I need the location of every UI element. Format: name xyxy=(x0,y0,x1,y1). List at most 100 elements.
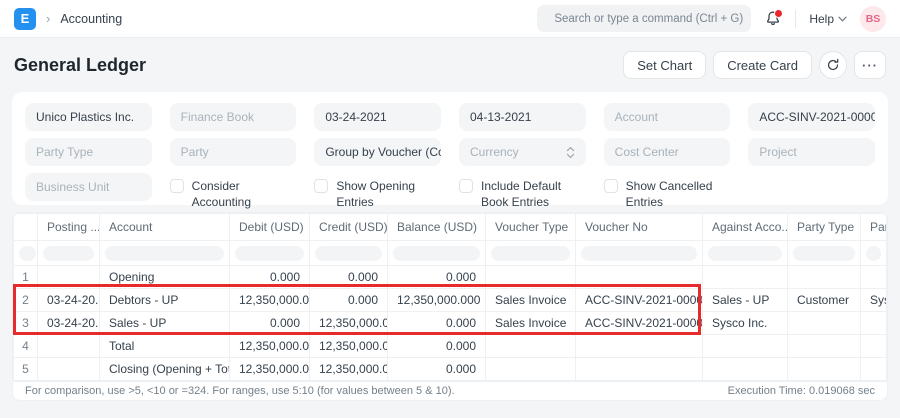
col-header-voucher-type[interactable]: Voucher Type xyxy=(486,214,576,241)
business-unit-filter[interactable]: Business Unit xyxy=(25,173,152,201)
cell-against-account xyxy=(703,335,788,358)
cell-balance: 0.000 xyxy=(388,266,486,289)
group-by-filter[interactable]: Group by Voucher (Consol xyxy=(314,138,441,166)
search-input[interactable]: Search or type a command (Ctrl + G) xyxy=(537,5,751,32)
table-row-sales[interactable]: 3 03-24-20... Sales - UP 0.000 12,350,00… xyxy=(14,312,887,335)
cell-party-type xyxy=(788,335,861,358)
cell-party xyxy=(861,358,887,381)
voucher-no-filter[interactable]: ACC-SINV-2021-00004 xyxy=(748,103,875,131)
table-row-opening[interactable]: 1 Opening 0.000 0.000 0.000 xyxy=(14,266,887,289)
checkbox-icon[interactable] xyxy=(604,179,618,193)
more-options-button[interactable]: ··· xyxy=(854,51,886,79)
col-header-against-account[interactable]: Against Acco... xyxy=(703,214,788,241)
table-row-total[interactable]: 4 Total 12,350,000.000 12,350,000.000 0.… xyxy=(14,335,887,358)
cell-voucher-type xyxy=(486,266,576,289)
navbar: E › Accounting Search or type a command … xyxy=(0,0,900,38)
cell-party-type xyxy=(788,312,861,335)
column-filter-cell[interactable] xyxy=(703,241,788,266)
col-header-debit[interactable]: Debit (USD) xyxy=(230,214,310,241)
checkbox-label: Show Cancelled Entries xyxy=(626,179,731,210)
cell-voucher-no xyxy=(576,266,703,289)
col-header-balance[interactable]: Balance (USD) xyxy=(388,214,486,241)
column-filter-cell[interactable] xyxy=(310,241,388,266)
col-header-voucher-no[interactable]: Voucher No xyxy=(576,214,703,241)
page-title: General Ledger xyxy=(14,55,146,76)
table-row-debtors[interactable]: 2 03-24-20... Debtors - UP 12,350,000.00… xyxy=(14,289,887,312)
table-row-closing[interactable]: 5 Closing (Opening + Total) 12,350,000.0… xyxy=(14,358,887,381)
cell-party xyxy=(861,266,887,289)
col-header-account[interactable]: Account xyxy=(100,214,230,241)
col-header-party[interactable]: Party xyxy=(861,214,887,241)
column-filter-cell[interactable] xyxy=(14,241,38,266)
cell-voucher-no xyxy=(576,335,703,358)
cell-against-account: Sysco Inc. xyxy=(703,312,788,335)
from-date-filter[interactable]: 03-24-2021 xyxy=(314,103,441,131)
checkbox-label: Show Opening Entries xyxy=(336,179,441,210)
column-filter-cell[interactable] xyxy=(788,241,861,266)
column-filter-cell[interactable] xyxy=(388,241,486,266)
checkbox-icon[interactable] xyxy=(314,179,328,193)
column-filter-row xyxy=(14,241,887,266)
cell-account: Closing (Opening + Total) xyxy=(100,358,230,381)
search-placeholder: Search or type a command (Ctrl + G) xyxy=(554,13,743,25)
party-filter[interactable]: Party xyxy=(170,138,297,166)
col-header-credit[interactable]: Credit (USD) xyxy=(310,214,388,241)
company-filter[interactable]: Unico Plastics Inc. xyxy=(25,103,152,131)
report-table-card: Posting ... Account Debit (USD) Credit (… xyxy=(12,212,888,401)
cell-posting-date xyxy=(38,335,100,358)
cell-posting-date xyxy=(38,358,100,381)
cost-center-filter[interactable]: Cost Center xyxy=(604,138,731,166)
breadcrumb: E › Accounting xyxy=(14,8,122,30)
finance-book-filter[interactable]: Finance Book xyxy=(170,103,297,131)
page-header: General Ledger Set Chart Create Card ··· xyxy=(0,38,900,91)
cell-balance: 0.000 xyxy=(388,312,486,335)
help-menu[interactable]: Help xyxy=(809,12,847,26)
cell-voucher-no: ACC-SINV-2021-00004 xyxy=(576,312,703,335)
checkbox-icon[interactable] xyxy=(459,179,473,193)
currency-placeholder: Currency xyxy=(470,145,519,159)
account-filter[interactable]: Account xyxy=(604,103,731,131)
col-header-party-type[interactable]: Party Type xyxy=(788,214,861,241)
row-index: 4 xyxy=(14,335,38,358)
cell-voucher-type xyxy=(486,335,576,358)
app-logo-icon[interactable]: E xyxy=(14,8,36,30)
table-header-row: Posting ... Account Debit (USD) Credit (… xyxy=(14,214,887,241)
to-date-filter[interactable]: 04-13-2021 xyxy=(459,103,586,131)
column-filter-cell[interactable] xyxy=(38,241,100,266)
column-filter-cell[interactable] xyxy=(100,241,230,266)
party-type-filter[interactable]: Party Type xyxy=(25,138,152,166)
col-header-posting-date[interactable]: Posting ... xyxy=(38,214,100,241)
column-filter-cell[interactable] xyxy=(486,241,576,266)
filter-hint-text: For comparison, use >5, <10 or =324. For… xyxy=(25,385,455,397)
checkbox-label: Include Default Book Entries xyxy=(481,179,586,210)
cell-party-type: Customer xyxy=(788,289,861,312)
checkbox-icon[interactable] xyxy=(170,179,184,193)
notifications-bell-icon[interactable] xyxy=(764,10,782,28)
cell-account: Debtors - UP xyxy=(100,289,230,312)
cell-balance: 0.000 xyxy=(388,358,486,381)
col-header-index[interactable] xyxy=(14,214,38,241)
general-ledger-table: Posting ... Account Debit (USD) Credit (… xyxy=(13,213,887,381)
cell-posting-date: 03-24-20... xyxy=(38,312,100,335)
cell-party-type xyxy=(788,266,861,289)
column-filter-cell[interactable] xyxy=(861,241,887,266)
cell-credit: 12,350,000.000 xyxy=(310,358,388,381)
breadcrumb-item-accounting[interactable]: Accounting xyxy=(60,12,122,26)
column-filter-cell[interactable] xyxy=(230,241,310,266)
cell-voucher-type: Sales Invoice xyxy=(486,312,576,335)
cell-credit: 0.000 xyxy=(310,289,388,312)
currency-filter[interactable]: Currency xyxy=(459,138,586,166)
notification-dot xyxy=(774,9,783,18)
column-filter-cell[interactable] xyxy=(576,241,703,266)
cell-voucher-no: ACC-SINV-2021-00004 xyxy=(576,289,703,312)
execution-time: Execution Time: 0.019068 sec xyxy=(728,385,875,397)
refresh-button[interactable] xyxy=(819,51,847,79)
user-avatar[interactable]: BS xyxy=(860,6,886,32)
filters-card: Unico Plastics Inc. Finance Book 03-24-2… xyxy=(12,92,888,205)
set-chart-button[interactable]: Set Chart xyxy=(623,51,706,79)
project-filter[interactable]: Project xyxy=(748,138,875,166)
cell-party xyxy=(861,335,887,358)
cell-credit: 0.000 xyxy=(310,266,388,289)
create-card-button[interactable]: Create Card xyxy=(713,51,812,79)
cell-party: Sysco xyxy=(861,289,887,312)
